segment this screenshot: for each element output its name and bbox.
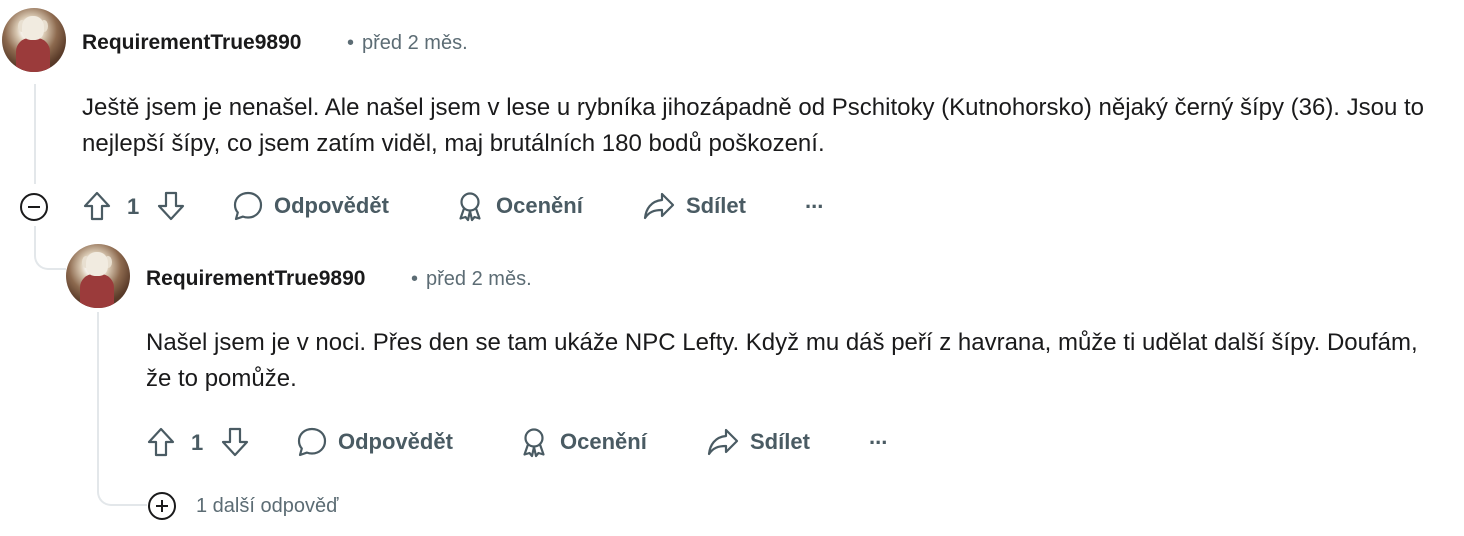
share-arrow-icon: [643, 192, 675, 220]
reply-button[interactable]: Odpovědět: [232, 190, 389, 222]
arrow-up-icon: [83, 191, 111, 221]
arrow-up-icon: [147, 427, 175, 457]
expand-replies-button[interactable]: [146, 490, 178, 522]
award-button[interactable]: Ocenění: [518, 426, 647, 458]
avatar-figure-body: [16, 38, 50, 72]
minus-circle-icon: [20, 193, 48, 221]
comment-author[interactable]: RequirementTrue9890: [82, 31, 301, 55]
downvote-button[interactable]: [218, 425, 252, 459]
reply-label: Odpovědět: [338, 429, 453, 454]
avatar-figure-head: [22, 16, 44, 40]
avatar-figure-body: [80, 274, 114, 308]
speech-bubble-icon: [297, 427, 327, 457]
upvote-button[interactable]: [80, 189, 114, 223]
award-button[interactable]: Ocenění: [454, 190, 583, 222]
share-arrow-icon: [707, 428, 739, 456]
share-label: Sdílet: [686, 193, 746, 218]
share-button[interactable]: Sdílet: [642, 190, 746, 222]
more-replies-link[interactable]: 1 další odpověď: [196, 495, 338, 518]
award-label: Ocenění: [496, 193, 583, 218]
comment-timestamp: • před 2 měs.: [411, 268, 532, 291]
arrow-down-icon: [221, 427, 249, 457]
ellipsis-icon: ...: [869, 424, 888, 449]
thread-connector-reply: [34, 226, 66, 270]
avatar[interactable]: [2, 8, 66, 72]
comment-body: Našel jsem je v noci. Přes den se tam uk…: [146, 329, 1418, 392]
avatar[interactable]: [66, 244, 130, 308]
avatar-figure-head: [86, 252, 108, 276]
vote-count: 1: [191, 430, 204, 455]
upvote-button[interactable]: [144, 425, 178, 459]
reply-label: Odpovědět: [274, 193, 389, 218]
comment-time: před 2 měs.: [362, 32, 468, 54]
comment-time: před 2 měs.: [426, 268, 532, 290]
meta-separator-dot: •: [347, 32, 355, 54]
arrow-down-icon: [157, 191, 185, 221]
award-icon: [459, 192, 481, 222]
share-button[interactable]: Sdílet: [706, 426, 810, 458]
comment-body: Ještě jsem je nenašel. Ale našel jsem v …: [82, 94, 1425, 157]
meta-separator-dot: •: [411, 268, 419, 290]
comment-timestamp: • před 2 měs.: [347, 32, 468, 55]
reply-button[interactable]: Odpovědět: [296, 426, 453, 458]
collapse-thread-button[interactable]: [18, 191, 50, 223]
more-options-button[interactable]: ...: [869, 424, 887, 450]
plus-circle-icon: [148, 492, 176, 520]
more-options-button[interactable]: ...: [805, 188, 823, 214]
speech-bubble-icon: [233, 191, 263, 221]
award-label: Ocenění: [560, 429, 647, 454]
thread-line-top: [34, 84, 36, 184]
comment-author[interactable]: RequirementTrue9890: [146, 267, 365, 291]
share-label: Sdílet: [750, 429, 810, 454]
award-icon: [523, 428, 545, 458]
ellipsis-icon: ...: [805, 188, 824, 213]
vote-count: 1: [127, 194, 140, 219]
thread-line-reply: [97, 312, 99, 478]
thread-connector-more: [97, 470, 147, 506]
downvote-button[interactable]: [154, 189, 188, 223]
